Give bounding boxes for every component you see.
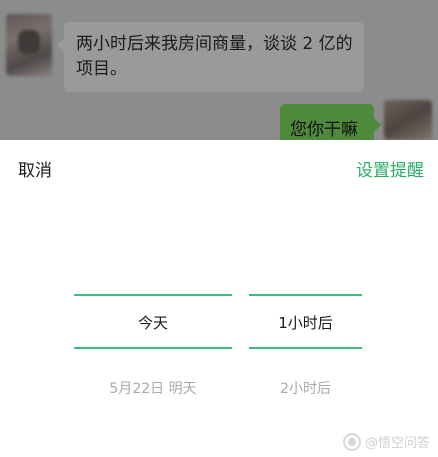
self-avatar[interactable] xyxy=(384,100,432,140)
hour-picker-bottom-divider xyxy=(249,347,362,349)
hour-picker-selected[interactable]: 1小时后 xyxy=(249,312,362,333)
watermark-text: @悟空问答 xyxy=(364,436,430,451)
outgoing-message-text: 您你干嘛 xyxy=(290,120,358,140)
sender-avatar[interactable] xyxy=(6,14,52,76)
chat-background: 两小时后来我房间商量，谈谈 2 亿的项目。 您你干嘛 xyxy=(0,0,438,140)
hour-picker-top-divider xyxy=(249,294,362,296)
incoming-message-text: 两小时后来我房间商量，谈谈 2 亿的项目。 xyxy=(76,34,353,79)
incoming-message-bubble[interactable]: 两小时后来我房间商量，谈谈 2 亿的项目。 xyxy=(57,22,364,92)
outgoing-message-bubble[interactable]: 您你干嘛 xyxy=(280,104,381,140)
set-reminder-button[interactable]: 设置提醒 xyxy=(356,156,424,181)
reminder-bottom-sheet: 取消 设置提醒 今天 1小时后 5月22日 明天 2小时后 @悟空问答 xyxy=(0,140,438,457)
hour-picker-option[interactable]: 2小时后 xyxy=(249,378,362,398)
watermark: @悟空问答 xyxy=(342,432,430,451)
day-picker-top-divider xyxy=(74,294,232,296)
cancel-button[interactable]: 取消 xyxy=(18,156,52,181)
sheet-footer: @悟空问答 xyxy=(0,412,438,457)
day-picker-selected[interactable]: 今天 xyxy=(74,312,232,333)
day-picker-bottom-divider xyxy=(74,347,232,349)
wukong-logo-icon xyxy=(342,432,361,451)
day-picker-option[interactable]: 5月22日 明天 xyxy=(74,378,232,398)
